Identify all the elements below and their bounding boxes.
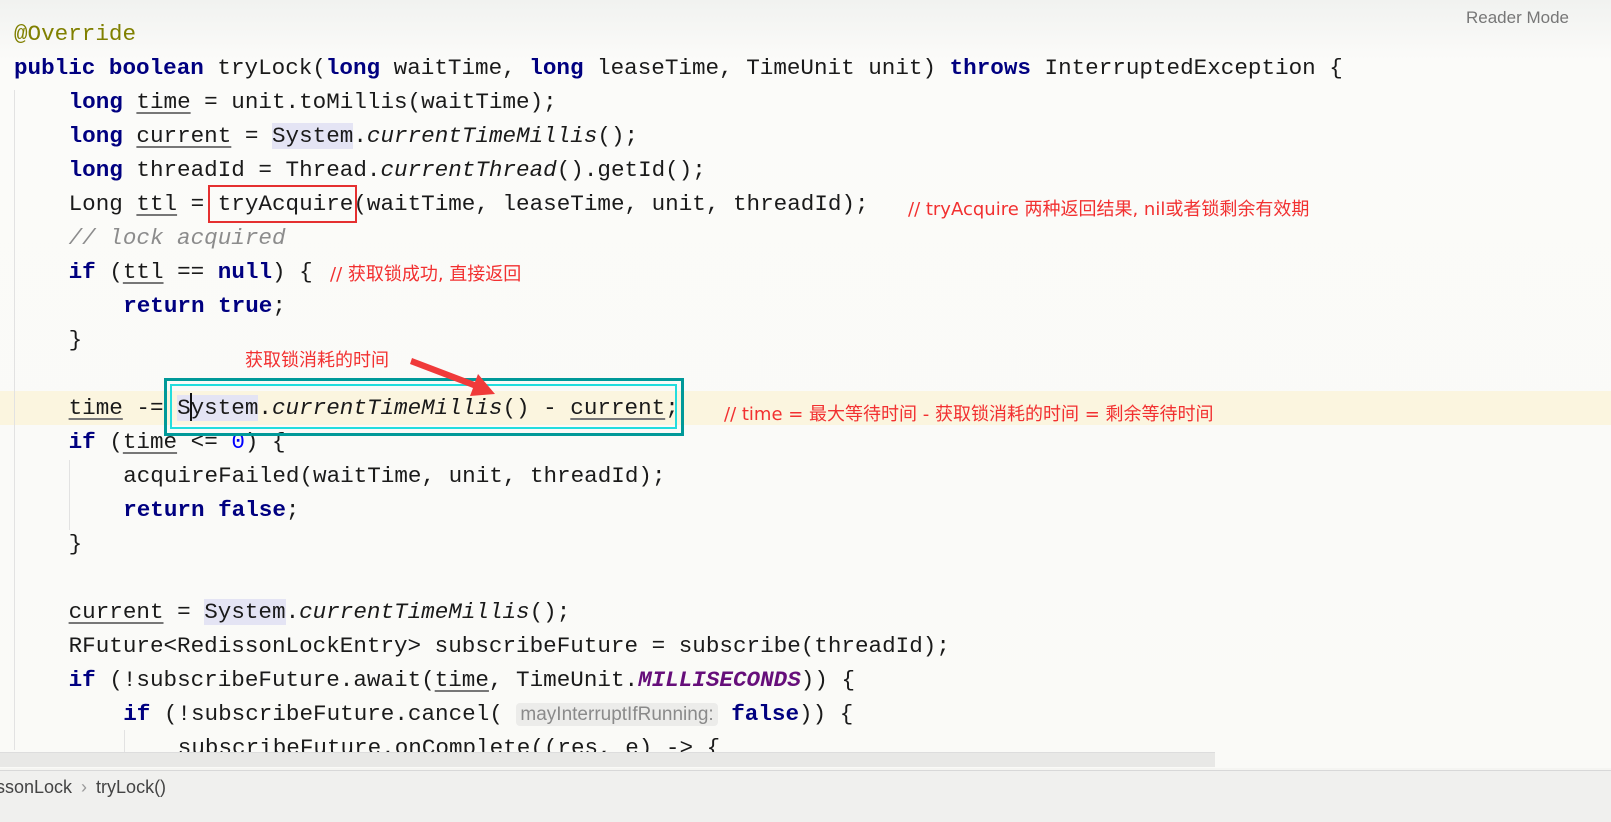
breadcrumb: ssonLock › tryLock(): [0, 777, 166, 798]
success-note: // 获取锁成功, 直接返回: [330, 264, 522, 285]
breadcrumb-bar: ssonLock › tryLock(): [0, 770, 1611, 822]
elapsed-label: 获取锁消耗的时间: [245, 350, 389, 371]
code-editor[interactable]: @Override public boolean tryLock(long wai…: [0, 0, 1611, 768]
horizontal-scrollbar[interactable]: [0, 752, 1215, 767]
breadcrumb-method[interactable]: tryLock(): [96, 777, 166, 797]
breadcrumb-class[interactable]: ssonLock: [0, 777, 72, 797]
try-acquire-note: // tryAcquire 两种返回结果, nil或者锁剩余有效期: [908, 199, 1310, 220]
arrow-icon: [410, 358, 495, 396]
breadcrumb-separator: ›: [81, 777, 88, 797]
reader-mode-button[interactable]: Reader Mode: [1466, 8, 1569, 28]
time-note: // time = 最大等待时间 - 获取锁消耗的时间 = 剩余等待时间: [724, 404, 1214, 425]
